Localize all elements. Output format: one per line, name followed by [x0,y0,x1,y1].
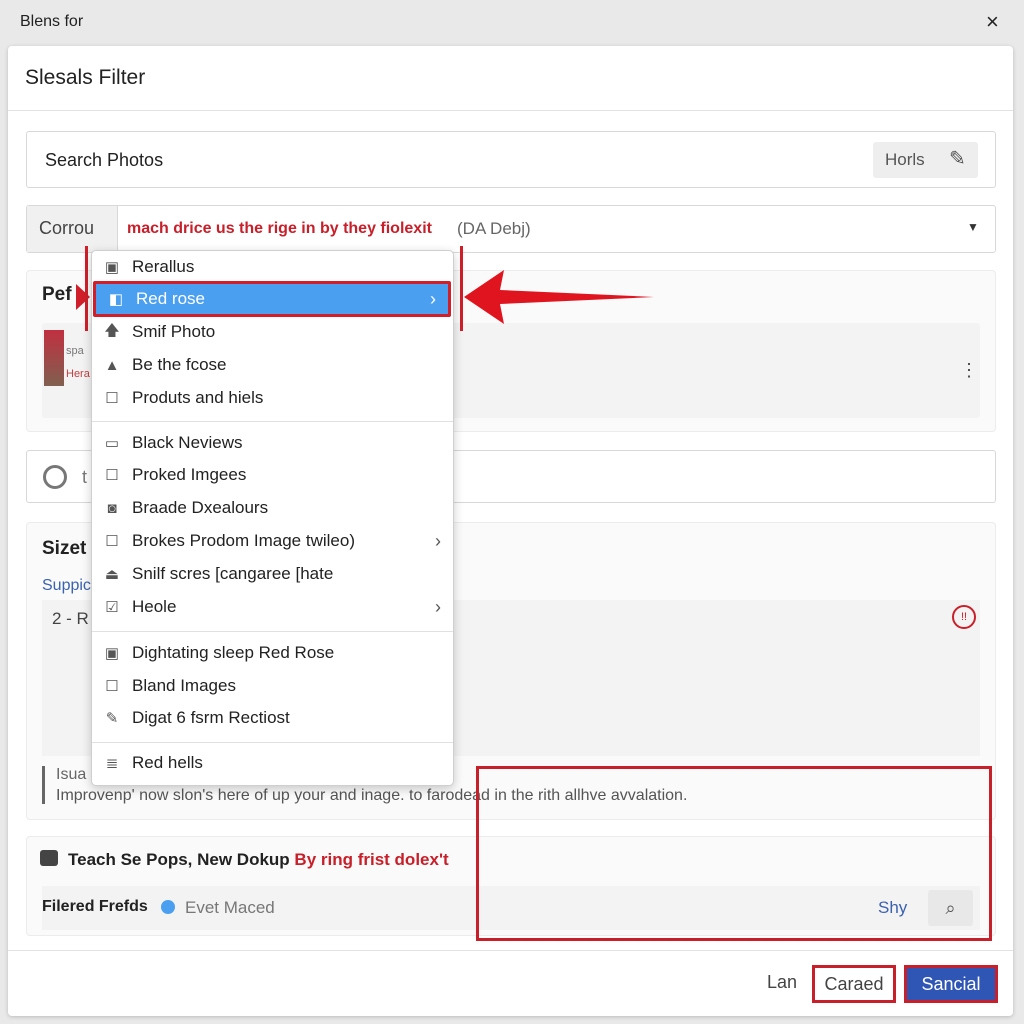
annotation-arrow-small [76,284,90,310]
note-label: Isua [56,766,87,783]
document-icon: ≣ [105,755,119,772]
context-menu: ▣ Rerallus ◧ Red rose › 🡅 Smif Photo ▲ Be the… [91,250,454,786]
chevron-right-icon: › [430,288,436,309]
section-3-heading: Teach Se Pops, New Dokup By ring frist d… [68,850,449,869]
chevron-right-icon: › [435,596,441,617]
menu-separator [92,631,453,632]
menu-item-selected[interactable]: ◧ Red rose › [93,281,451,317]
filter-value: mach drice us the rige in by they fiolex… [127,220,432,237]
annotation-box [476,766,992,941]
checkbox-icon: ☐ [105,467,119,484]
thumb-caption-2: Hera [66,368,90,380]
note-bar [42,766,45,804]
search-button-label: Horls [885,150,925,169]
filter-row-label: Filered Frefds [42,898,148,915]
footer-link[interactable]: Lan [767,972,797,993]
footer-divider [8,950,1013,951]
menu-item[interactable]: 🡅 Smif Photo [92,316,453,348]
cancel-button[interactable]: Caraed [812,965,896,1003]
filter-value-suffix: (DA Debj) [457,219,531,238]
arrow-up-icon: 🡅 [104,321,120,339]
checkbox-icon: ☐ [105,533,119,550]
photo-thumbnail[interactable] [44,330,64,386]
menu-item[interactable]: ☐ Brokes Prodom Image twileo) › [92,525,453,557]
section-1-heading: Pef [42,284,72,305]
chevron-right-icon: › [435,530,441,551]
image-icon: ▣ [104,259,120,276]
support-link[interactable]: Suppic [42,577,91,595]
lock-icon: ▲ [104,356,120,374]
menu-separator [92,421,453,422]
tag-icon [40,850,58,866]
thumb-caption: spa [66,345,84,357]
primary-button[interactable]: Sancial [904,965,998,1003]
pencil-icon: ✎ [105,710,119,727]
calendar-check-icon: ☑ [105,599,119,616]
dialog-title: Slesals Filter [25,66,146,89]
record-icon: ◙ [107,499,117,517]
menu-item[interactable]: ✎ Digat 6 fsrm Rectiost [92,702,453,734]
search-input[interactable]: Search Photos Horls ✎ [26,131,996,188]
menu-item[interactable]: ▲ Be the fcose [92,349,453,381]
menu-separator [92,742,453,743]
menu-item[interactable]: ▣ Dightating sleep Red Rose [92,637,453,669]
status-dot-icon [161,900,175,914]
menu-item[interactable]: ☐ Proked Imgees [92,459,453,491]
menu-item[interactable]: ▣ Rerallus [92,251,453,283]
search-placeholder: Search Photos [45,150,164,170]
menu-item[interactable]: ☐ Bland Images [92,670,453,702]
pencil-icon: ✎ [949,148,966,170]
photo-icon: ◧ [108,291,124,308]
smile-box-icon: ▣ [104,645,120,662]
alert-icon[interactable]: !! [952,605,976,629]
menu-item[interactable]: ☐ Produts and hiels [92,382,453,414]
search-button[interactable]: Horls ✎ [873,142,978,178]
folder-icon: ▭ [104,435,120,452]
close-icon[interactable]: × [986,9,999,35]
menu-item[interactable]: ◙ Braade Dxealours [92,492,453,524]
more-icon[interactable]: ⋮ [960,360,978,381]
checkbox-icon: ☐ [105,678,119,695]
section-2-heading: Sizet [42,538,87,559]
menu-item[interactable]: ≣ Red hells [92,747,453,779]
section-2-item: 2 - R [52,609,89,628]
divider [8,110,1013,111]
menu-item[interactable]: ⏏ Snilf scres [cangaree [hate [92,558,453,590]
stamp-icon: ⏏ [104,566,120,583]
annotation-arrow [464,270,654,324]
window-title: Blens for [20,13,84,30]
input-text: t [82,467,88,487]
checkbox-icon: ☐ [105,390,119,407]
menu-item[interactable]: ☑ Heole › [92,591,453,623]
help-icon [43,465,67,489]
filter-row-value: Evet Maced [185,898,275,917]
menu-item[interactable]: ▭ Black Neviews [92,427,453,459]
chevron-down-icon: ▼ [967,220,979,234]
